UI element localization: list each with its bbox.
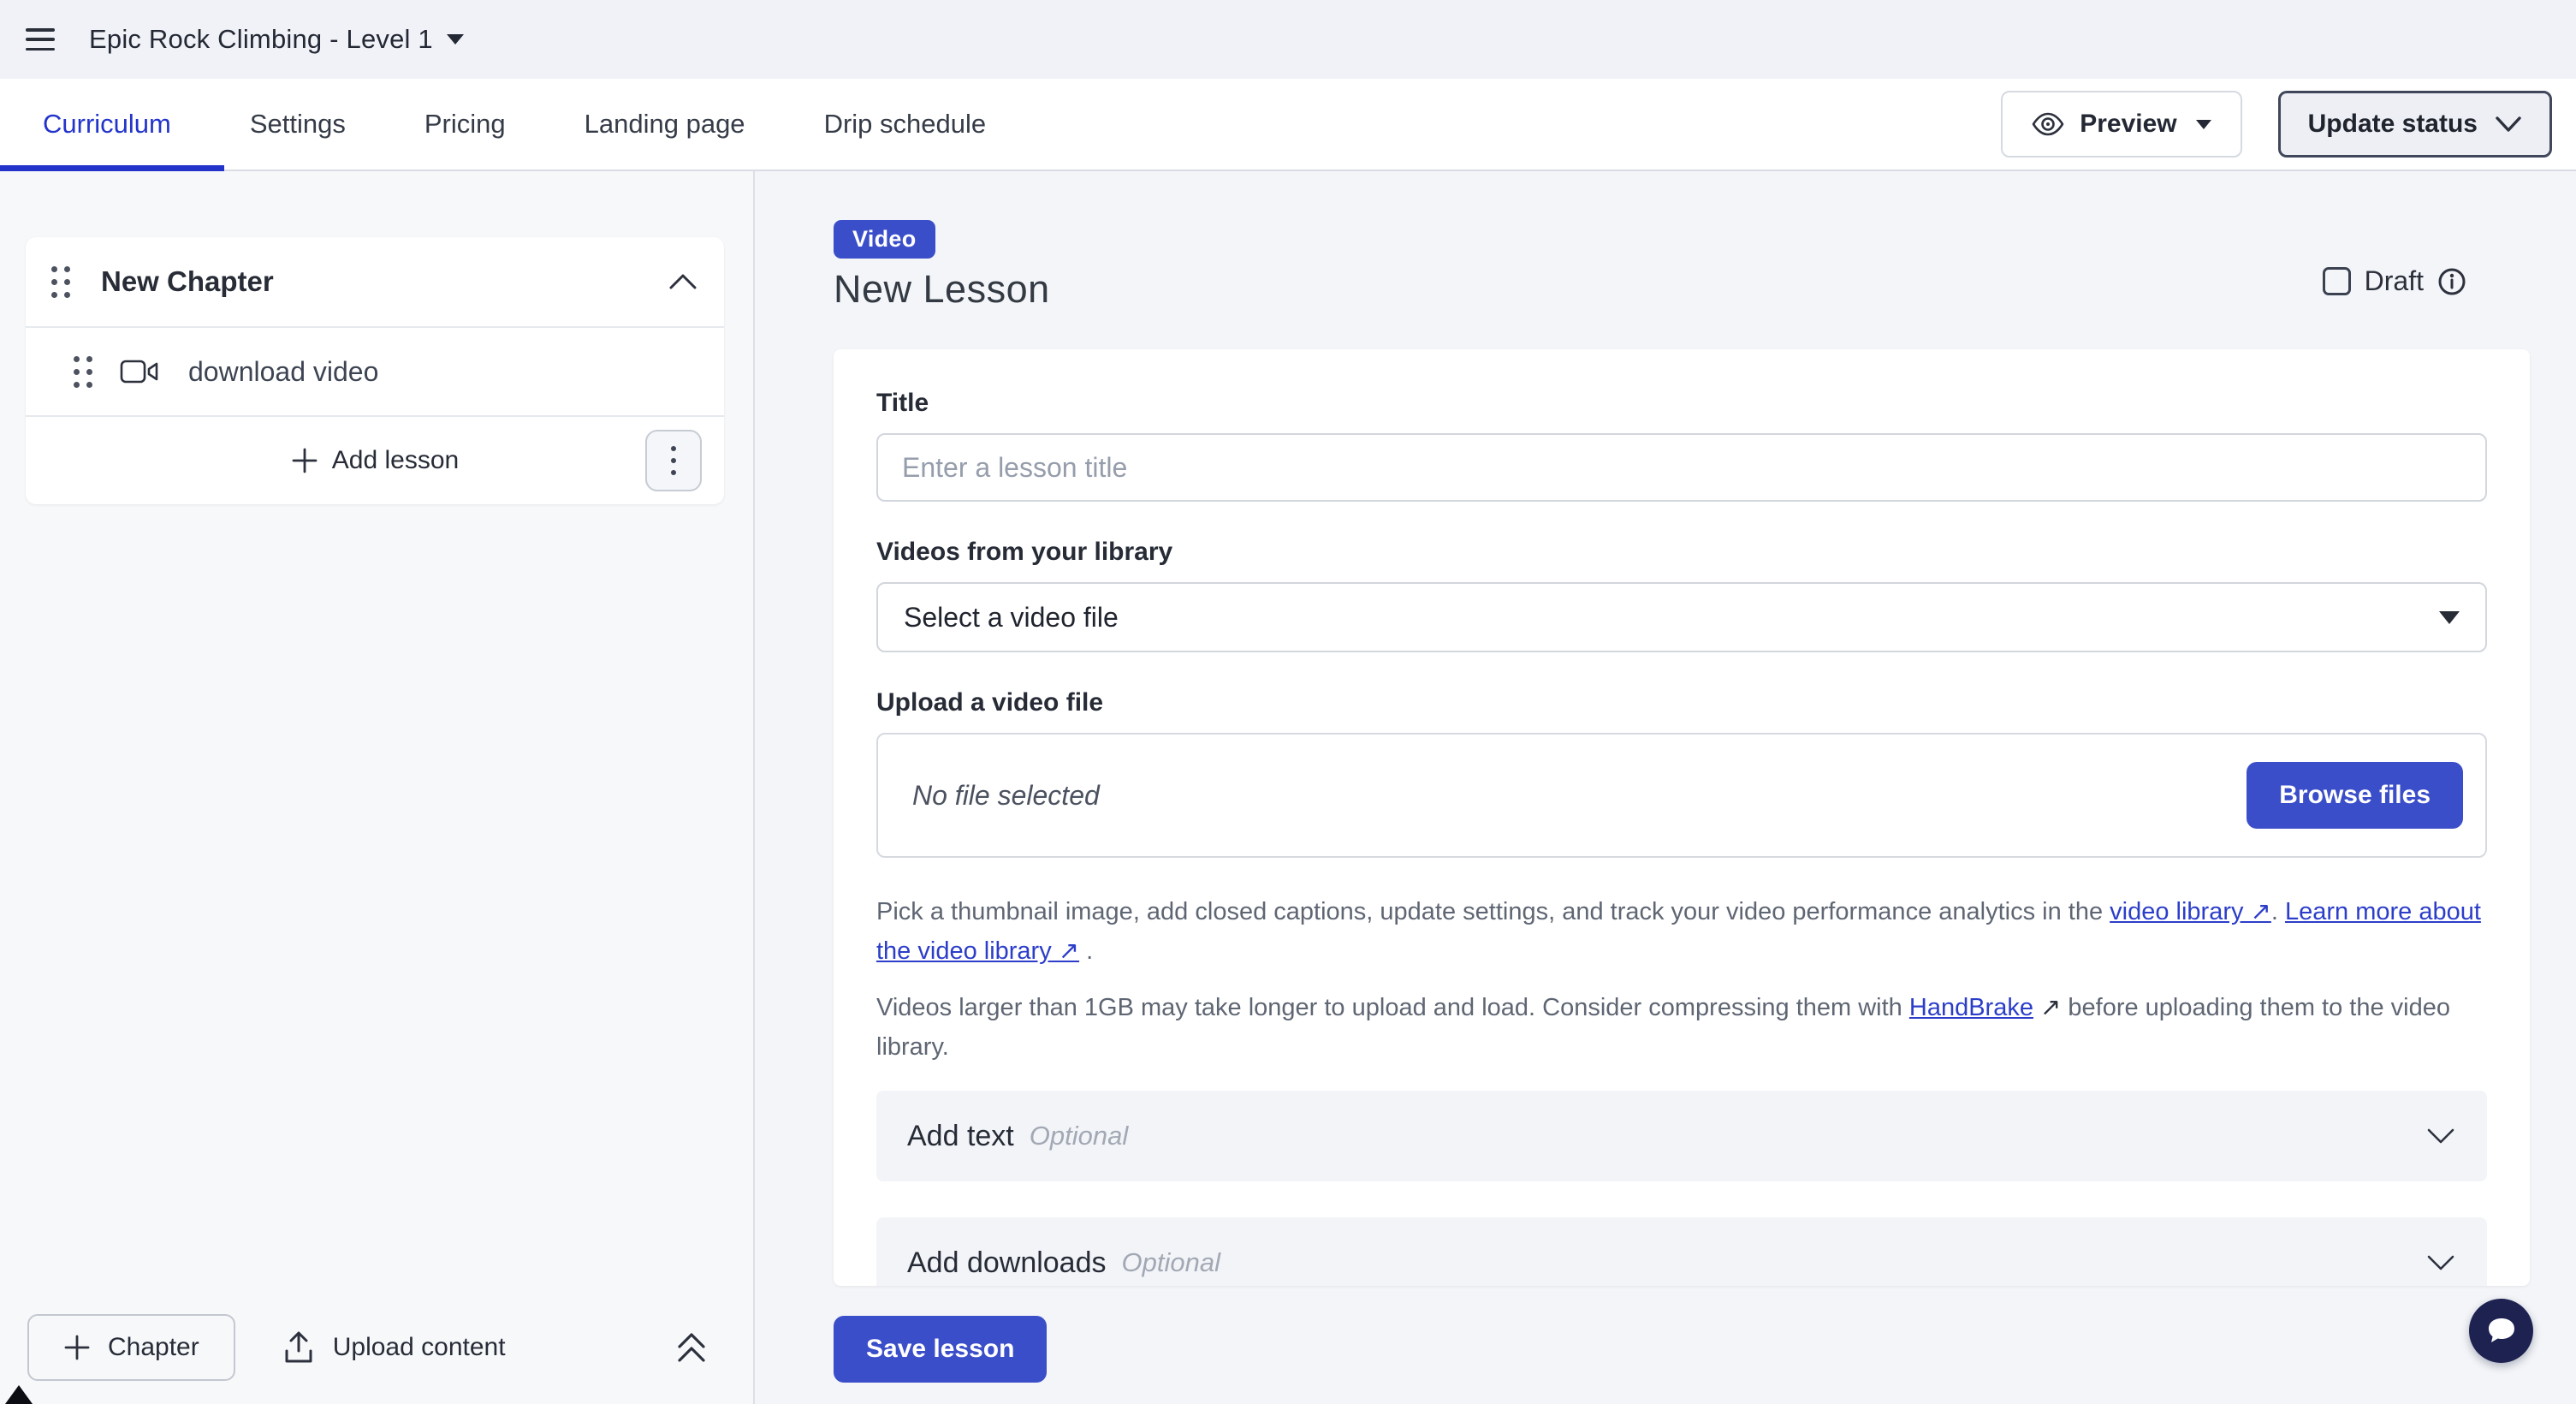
sidebar-footer: Chapter Upload content <box>0 1291 753 1404</box>
title-label: Title <box>876 389 2487 418</box>
lesson-title: download video <box>188 356 378 388</box>
upload-dropzone[interactable]: No file selected Browse files <box>876 733 2487 858</box>
upload-content-label: Upload content <box>333 1333 506 1362</box>
hamburger-menu-icon[interactable] <box>26 28 55 51</box>
draft-checkbox[interactable] <box>2323 267 2351 295</box>
video-file-select[interactable]: Select a video file <box>876 582 2487 652</box>
tab-landing-page[interactable]: Landing page <box>585 109 745 140</box>
add-chapter-button[interactable]: Chapter <box>27 1314 235 1381</box>
preview-caret-icon <box>2196 120 2211 129</box>
upload-video-group: Upload a video file No file selected Bro… <box>876 688 2487 858</box>
chat-bubble-icon <box>2485 1316 2518 1347</box>
chapter-footer-row: Add lesson <box>26 415 724 504</box>
lesson-header: Video New Lesson <box>834 220 1050 312</box>
video-library-help-text: Pick a thumbnail image, add closed capti… <box>876 892 2487 971</box>
tab-settings[interactable]: Settings <box>250 109 346 140</box>
lesson-drag-handle[interactable] <box>74 356 92 388</box>
add-lesson-button[interactable]: Add lesson <box>51 446 698 475</box>
chat-widget-button[interactable] <box>2469 1299 2533 1363</box>
chapter-card: New Chapter download video Add lesson <box>26 237 724 504</box>
help-text-1: Pick a thumbnail image, add closed capti… <box>876 898 2110 925</box>
lesson-form-card: Title Videos from your library Select a … <box>834 349 2530 1286</box>
lesson-row[interactable]: download video <box>26 326 724 415</box>
title-field-group: Title <box>876 389 2487 502</box>
tab-bar-actions: Preview Update status <box>2001 91 2552 158</box>
preview-button[interactable]: Preview <box>2001 91 2241 158</box>
lesson-title-input[interactable] <box>876 433 2487 502</box>
add-downloads-section[interactable]: Add downloads Optional <box>876 1217 2487 1286</box>
upload-video-label: Upload a video file <box>876 688 2487 717</box>
upload-content-button[interactable]: Upload content <box>283 1330 506 1365</box>
plus-icon <box>291 447 318 474</box>
plus-icon <box>63 1334 91 1361</box>
tab-pricing[interactable]: Pricing <box>424 109 506 140</box>
add-chapter-label: Chapter <box>108 1333 199 1362</box>
tab-drip-schedule[interactable]: Drip schedule <box>824 109 987 140</box>
external-arrow-icon: ↗ <box>2033 994 2068 1021</box>
help-text-2: Videos larger than 1GB may take longer t… <box>876 994 1909 1021</box>
upload-icon <box>283 1330 314 1365</box>
handbrake-link[interactable]: HandBrake <box>1909 994 2033 1021</box>
select-caret-icon <box>2439 611 2460 624</box>
chapter-drag-handle[interactable] <box>51 266 70 298</box>
chapter-title: New Chapter <box>101 265 274 298</box>
chapter-options-button[interactable] <box>645 430 702 491</box>
video-camera-icon <box>120 359 159 384</box>
add-text-label: Add text <box>907 1120 1014 1153</box>
lesson-type-badge: Video <box>834 220 935 259</box>
update-status-button[interactable]: Update status <box>2278 91 2552 158</box>
browse-files-button[interactable]: Browse files <box>2247 762 2463 829</box>
chevron-down-icon <box>2425 1253 2456 1272</box>
help-text-end: . <box>1079 937 1093 965</box>
chevron-down-icon <box>2425 1127 2456 1145</box>
add-downloads-optional: Optional <box>1122 1247 1220 1278</box>
draft-toggle-wrap: Draft <box>2323 265 2466 297</box>
chevron-down-icon <box>2495 116 2522 133</box>
collapse-all-icon[interactable] <box>674 1330 709 1365</box>
add-text-optional: Optional <box>1030 1121 1128 1151</box>
add-downloads-label: Add downloads <box>907 1246 1107 1280</box>
eye-icon <box>2032 112 2064 136</box>
tab-curriculum[interactable]: Curriculum <box>43 109 171 140</box>
video-library-link[interactable]: video library ↗ <box>2110 898 2271 925</box>
help-text-sep: . <box>2271 898 2285 925</box>
lesson-page-title: New Lesson <box>834 267 1050 312</box>
active-tab-underline <box>0 165 224 171</box>
lesson-editor-main: Video New Lesson Draft Title Videos from… <box>757 171 2576 1404</box>
chapter-header-row[interactable]: New Chapter <box>26 237 724 326</box>
video-file-select-value: Select a video file <box>904 602 1119 634</box>
update-status-label: Update status <box>2308 110 2478 139</box>
top-bar: Epic Rock Climbing - Level 1 <box>0 0 2576 79</box>
video-library-label: Videos from your library <box>876 538 2487 567</box>
preview-button-label: Preview <box>2080 110 2176 139</box>
curriculum-sidebar: New Chapter download video Add lesson <box>0 171 755 1404</box>
add-lesson-label: Add lesson <box>332 446 459 475</box>
draft-label: Draft <box>2365 265 2424 297</box>
no-file-text: No file selected <box>912 780 1100 812</box>
course-title[interactable]: Epic Rock Climbing - Level 1 <box>89 24 433 55</box>
course-dropdown-caret-icon[interactable] <box>447 34 464 45</box>
video-library-group: Videos from your library Select a video … <box>876 538 2487 652</box>
compression-help-text: Videos larger than 1GB may take longer t… <box>876 988 2487 1067</box>
mouse-cursor <box>5 1385 33 1404</box>
info-icon[interactable] <box>2437 267 2466 296</box>
save-lesson-button[interactable]: Save lesson <box>834 1316 1047 1383</box>
add-text-section[interactable]: Add text Optional <box>876 1091 2487 1181</box>
chevron-up-icon[interactable] <box>668 272 698 291</box>
tab-bar: Curriculum Settings Pricing Landing page… <box>0 79 2576 171</box>
